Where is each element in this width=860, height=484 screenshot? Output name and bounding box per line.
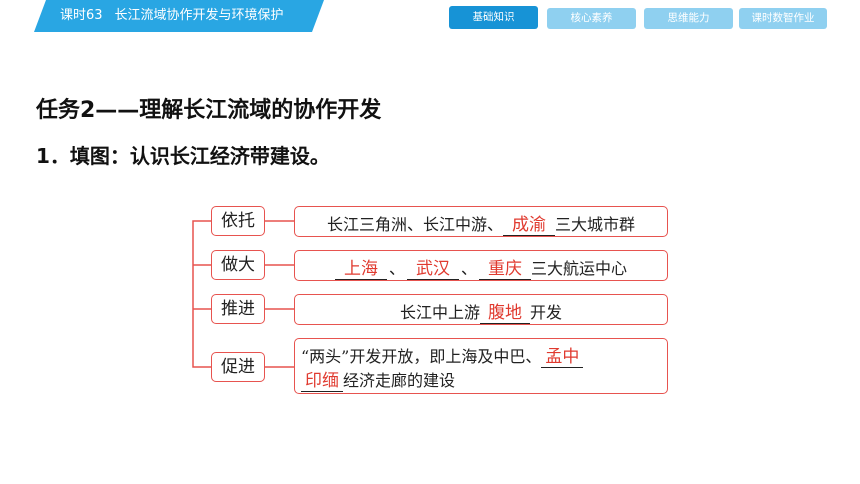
promote-text-line1: “两头”开发开放，即上海及中巴、 — [301, 347, 542, 366]
yangtze-economic-belt-diagram: 依托 长江三角洲、长江中游、 成渝 三大城市群 做大 上海、武汉、重庆 三大航运中心 … — [0, 0, 860, 484]
content-box-rely: 长江三角洲、长江中游、 成渝 三大城市群 — [294, 206, 668, 237]
expand-separator-1: 、 — [388, 259, 405, 278]
tab-thinking-ability[interactable]: 思维能力 — [644, 8, 733, 29]
answer-blank-shanghai: 上海 — [334, 259, 387, 280]
answer-blank-hinterland: 腹地 — [480, 303, 530, 324]
lesson-title-tab: 课时63 长江流域协作开发与环境保护 — [34, 0, 324, 32]
label-box-advance: 推进 — [211, 294, 265, 324]
task-title: 任务2——理解长江流域的协作开发 — [36, 98, 382, 123]
question-text: 1．填图：认识长江经济带建设。 — [36, 144, 330, 168]
tab-homework[interactable]: 课时数智作业 — [739, 8, 827, 29]
advance-text-before: 长江中上游 — [399, 303, 480, 322]
label-box-rely: 依托 — [211, 206, 265, 236]
answer-blank-wuhan: 武汉 — [406, 259, 459, 280]
lesson-title: 长江流域协作开发与环境保护 — [114, 8, 284, 23]
answer-blank-bcim-part1: 孟中 — [541, 347, 584, 368]
content-box-promote: “两头”开发开放，即上海及中巴、 孟中 印缅 经济走廊的建设 — [294, 338, 668, 394]
expand-text-after: 三大航运中心 — [531, 259, 628, 278]
content-box-expand: 上海、武汉、重庆 三大航运中心 — [294, 250, 668, 281]
content-box-advance: 长江中上游 腹地 开发 — [294, 294, 668, 325]
advance-text-after: 开发 — [530, 303, 563, 322]
label-advance: 推进 — [221, 299, 255, 319]
label-box-promote: 促进 — [211, 352, 265, 382]
promote-text-line2: 经济走廊的建设 — [343, 371, 456, 390]
label-box-expand: 做大 — [211, 250, 265, 280]
label-rely: 依托 — [221, 211, 255, 231]
label-promote: 促进 — [221, 357, 255, 377]
tab-core-literacy[interactable]: 核心素养 — [547, 8, 636, 29]
rely-text-after: 三大城市群 — [555, 215, 636, 234]
top-bar: 课时63 长江流域协作开发与环境保护 基础知识 核心素养 思维能力 课时数智作业 — [0, 0, 860, 36]
tab-basic-knowledge[interactable]: 基础知识 — [449, 6, 538, 29]
answer-blank-chengyu: 成渝 — [503, 215, 555, 236]
connector-lines — [192, 220, 294, 368]
answer-blank-chongqing: 重庆 — [479, 259, 531, 280]
rely-text-before: 长江三角洲、长江中游、 — [326, 215, 503, 234]
answer-blank-bcim-part2: 印缅 — [301, 371, 343, 392]
label-expand: 做大 — [221, 255, 255, 275]
expand-separator-2: 、 — [460, 259, 477, 278]
lesson-number: 课时63 — [60, 8, 103, 23]
